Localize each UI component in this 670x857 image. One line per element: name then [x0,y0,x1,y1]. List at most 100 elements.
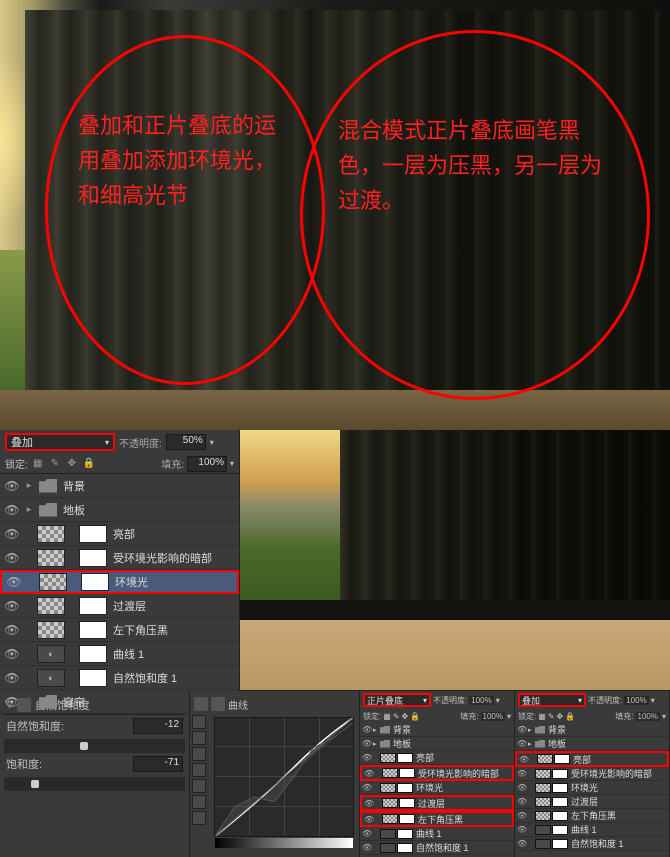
visibility-icon[interactable]: 👁 [517,783,527,792]
layer-item[interactable]: 👁受环境光影响的暗部 [515,767,669,781]
layer-item[interactable]: 👁▸背景 [360,723,514,737]
mask-thumb[interactable] [81,573,109,591]
opacity-input[interactable]: 50% [166,434,206,450]
layer-item[interactable]: 👁◐自然饱和度 1 [0,666,239,690]
visibility-icon[interactable]: 👁 [5,573,23,591]
layer-item[interactable]: 👁亮部 [0,522,239,546]
layer-item[interactable]: 👁曲线 1 [360,827,514,841]
visibility-icon[interactable]: 👁 [517,797,527,806]
layer-item[interactable]: 👁左下角压黑 [0,618,239,642]
visibility-icon[interactable]: 👁 [3,597,21,615]
curves-hand-icon[interactable] [192,811,206,825]
visibility-icon[interactable]: 👁 [364,769,374,778]
mask-thumb[interactable] [552,797,568,807]
layer-thumb[interactable] [39,573,67,591]
mask-thumb[interactable] [397,829,413,839]
collapse-icon[interactable]: ▸ [23,480,35,491]
layer-item[interactable]: 👁过渡层 [360,795,514,811]
chevron-down-icon[interactable]: ▾ [210,438,214,447]
collapse-icon[interactable]: ▸ [528,740,534,748]
lock-transparent-icon[interactable]: ▦ [31,457,45,471]
layer-item[interactable]: 👁左下角压黑 [515,809,669,823]
layer-thumb[interactable] [37,525,65,543]
curves-point-tool[interactable] [192,715,206,729]
curves-smooth-tool[interactable] [192,747,206,761]
mask-thumb[interactable] [79,621,107,639]
mask-thumb[interactable] [552,811,568,821]
layer-item[interactable]: 👁过渡层 [0,594,239,618]
lock-move-icon[interactable]: ✥ [557,712,564,721]
mask-thumb[interactable] [552,769,568,779]
lock-brush-icon[interactable]: ✎ [48,457,62,471]
collapse-icon[interactable]: ▽ [6,699,13,710]
mask-thumb[interactable] [399,798,415,808]
visibility-icon[interactable]: 👁 [517,811,527,820]
mask-thumb[interactable] [79,669,107,687]
mask-thumb[interactable] [399,768,415,778]
visibility-icon[interactable]: 👁 [3,645,21,663]
fill-input[interactable]: 100% [187,456,227,472]
vibrance-input[interactable]: -12 [133,718,183,734]
fill-input[interactable]: 100% [481,712,505,721]
visibility-icon[interactable]: 👁 [3,669,21,687]
layer-item[interactable]: 👁过渡层 [515,795,669,809]
layer-thumb[interactable] [380,753,396,763]
layer-thumb[interactable] [535,811,551,821]
mask-thumb[interactable] [397,753,413,763]
layer-thumb[interactable] [37,621,65,639]
lock-all-icon[interactable]: 🔒 [410,712,420,721]
layer-item[interactable]: 👁左下角压黑 [360,811,514,827]
layer-item[interactable]: 👁▸地板 [360,737,514,751]
layer-thumb[interactable] [382,798,398,808]
lock-transparent-icon[interactable]: ▦ [383,712,391,721]
visibility-icon[interactable]: 👁 [517,739,527,748]
visibility-icon[interactable]: 👁 [364,815,374,824]
layer-thumb[interactable] [537,754,553,764]
visibility-icon[interactable]: 👁 [362,843,372,852]
layer-item[interactable]: 👁亮部 [360,751,514,765]
visibility-icon[interactable]: 👁 [362,739,372,748]
layer-item[interactable]: 👁▸背景 [0,474,239,498]
layer-item[interactable]: 👁环境光 [0,570,239,594]
mask-thumb[interactable] [79,597,107,615]
visibility-icon[interactable]: 👁 [519,755,529,764]
eyedropper-black-icon[interactable] [192,763,206,777]
lock-all-icon[interactable]: 🔒 [565,712,575,721]
mask-thumb[interactable] [554,754,570,764]
visibility-icon[interactable]: 👁 [517,769,527,778]
eyedropper-gray-icon[interactable] [192,779,206,793]
layer-item[interactable]: 👁◐曲线 1 [0,642,239,666]
mask-thumb[interactable] [79,525,107,543]
layer-item[interactable]: 👁环境光 [515,781,669,795]
layer-thumb[interactable] [380,783,396,793]
lock-move-icon[interactable]: ✥ [65,457,79,471]
collapse-icon[interactable]: ▸ [373,740,379,748]
visibility-icon[interactable]: 👁 [517,725,527,734]
mask-thumb[interactable] [79,645,107,663]
blend-mode-select[interactable]: 叠加 ▾ [5,433,115,451]
lock-all-icon[interactable]: 🔒 [82,457,96,471]
visibility-icon[interactable]: 👁 [362,725,372,734]
collapse-icon[interactable]: ▸ [528,726,534,734]
mask-thumb[interactable] [552,783,568,793]
visibility-icon[interactable]: 👁 [517,839,527,848]
lock-move-icon[interactable]: ✥ [402,712,409,721]
saturation-input[interactable]: -71 [133,756,183,772]
visibility-icon[interactable]: 👁 [3,477,21,495]
visibility-icon[interactable]: 👁 [3,549,21,567]
layer-item[interactable]: 👁▸地板 [0,498,239,522]
layer-item[interactable]: 👁曲线 1 [515,823,669,837]
chevron-down-icon[interactable]: ▾ [230,459,234,468]
layer-item[interactable]: 👁亮部 [515,751,669,767]
curves-graph[interactable] [214,717,354,837]
layer-thumb[interactable] [382,768,398,778]
visibility-icon[interactable]: 👁 [362,783,372,792]
collapse-icon[interactable]: ▸ [373,726,379,734]
blend-mode-select[interactable]: 正片叠底▾ [363,693,431,707]
mask-thumb[interactable] [552,839,568,849]
eyedropper-white-icon[interactable] [192,795,206,809]
curves-draw-tool[interactable] [192,731,206,745]
lock-brush-icon[interactable]: ✎ [393,712,400,721]
lock-transparent-icon[interactable]: ▦ [538,712,546,721]
layer-item[interactable]: 👁自然饱和度 1 [515,837,669,851]
